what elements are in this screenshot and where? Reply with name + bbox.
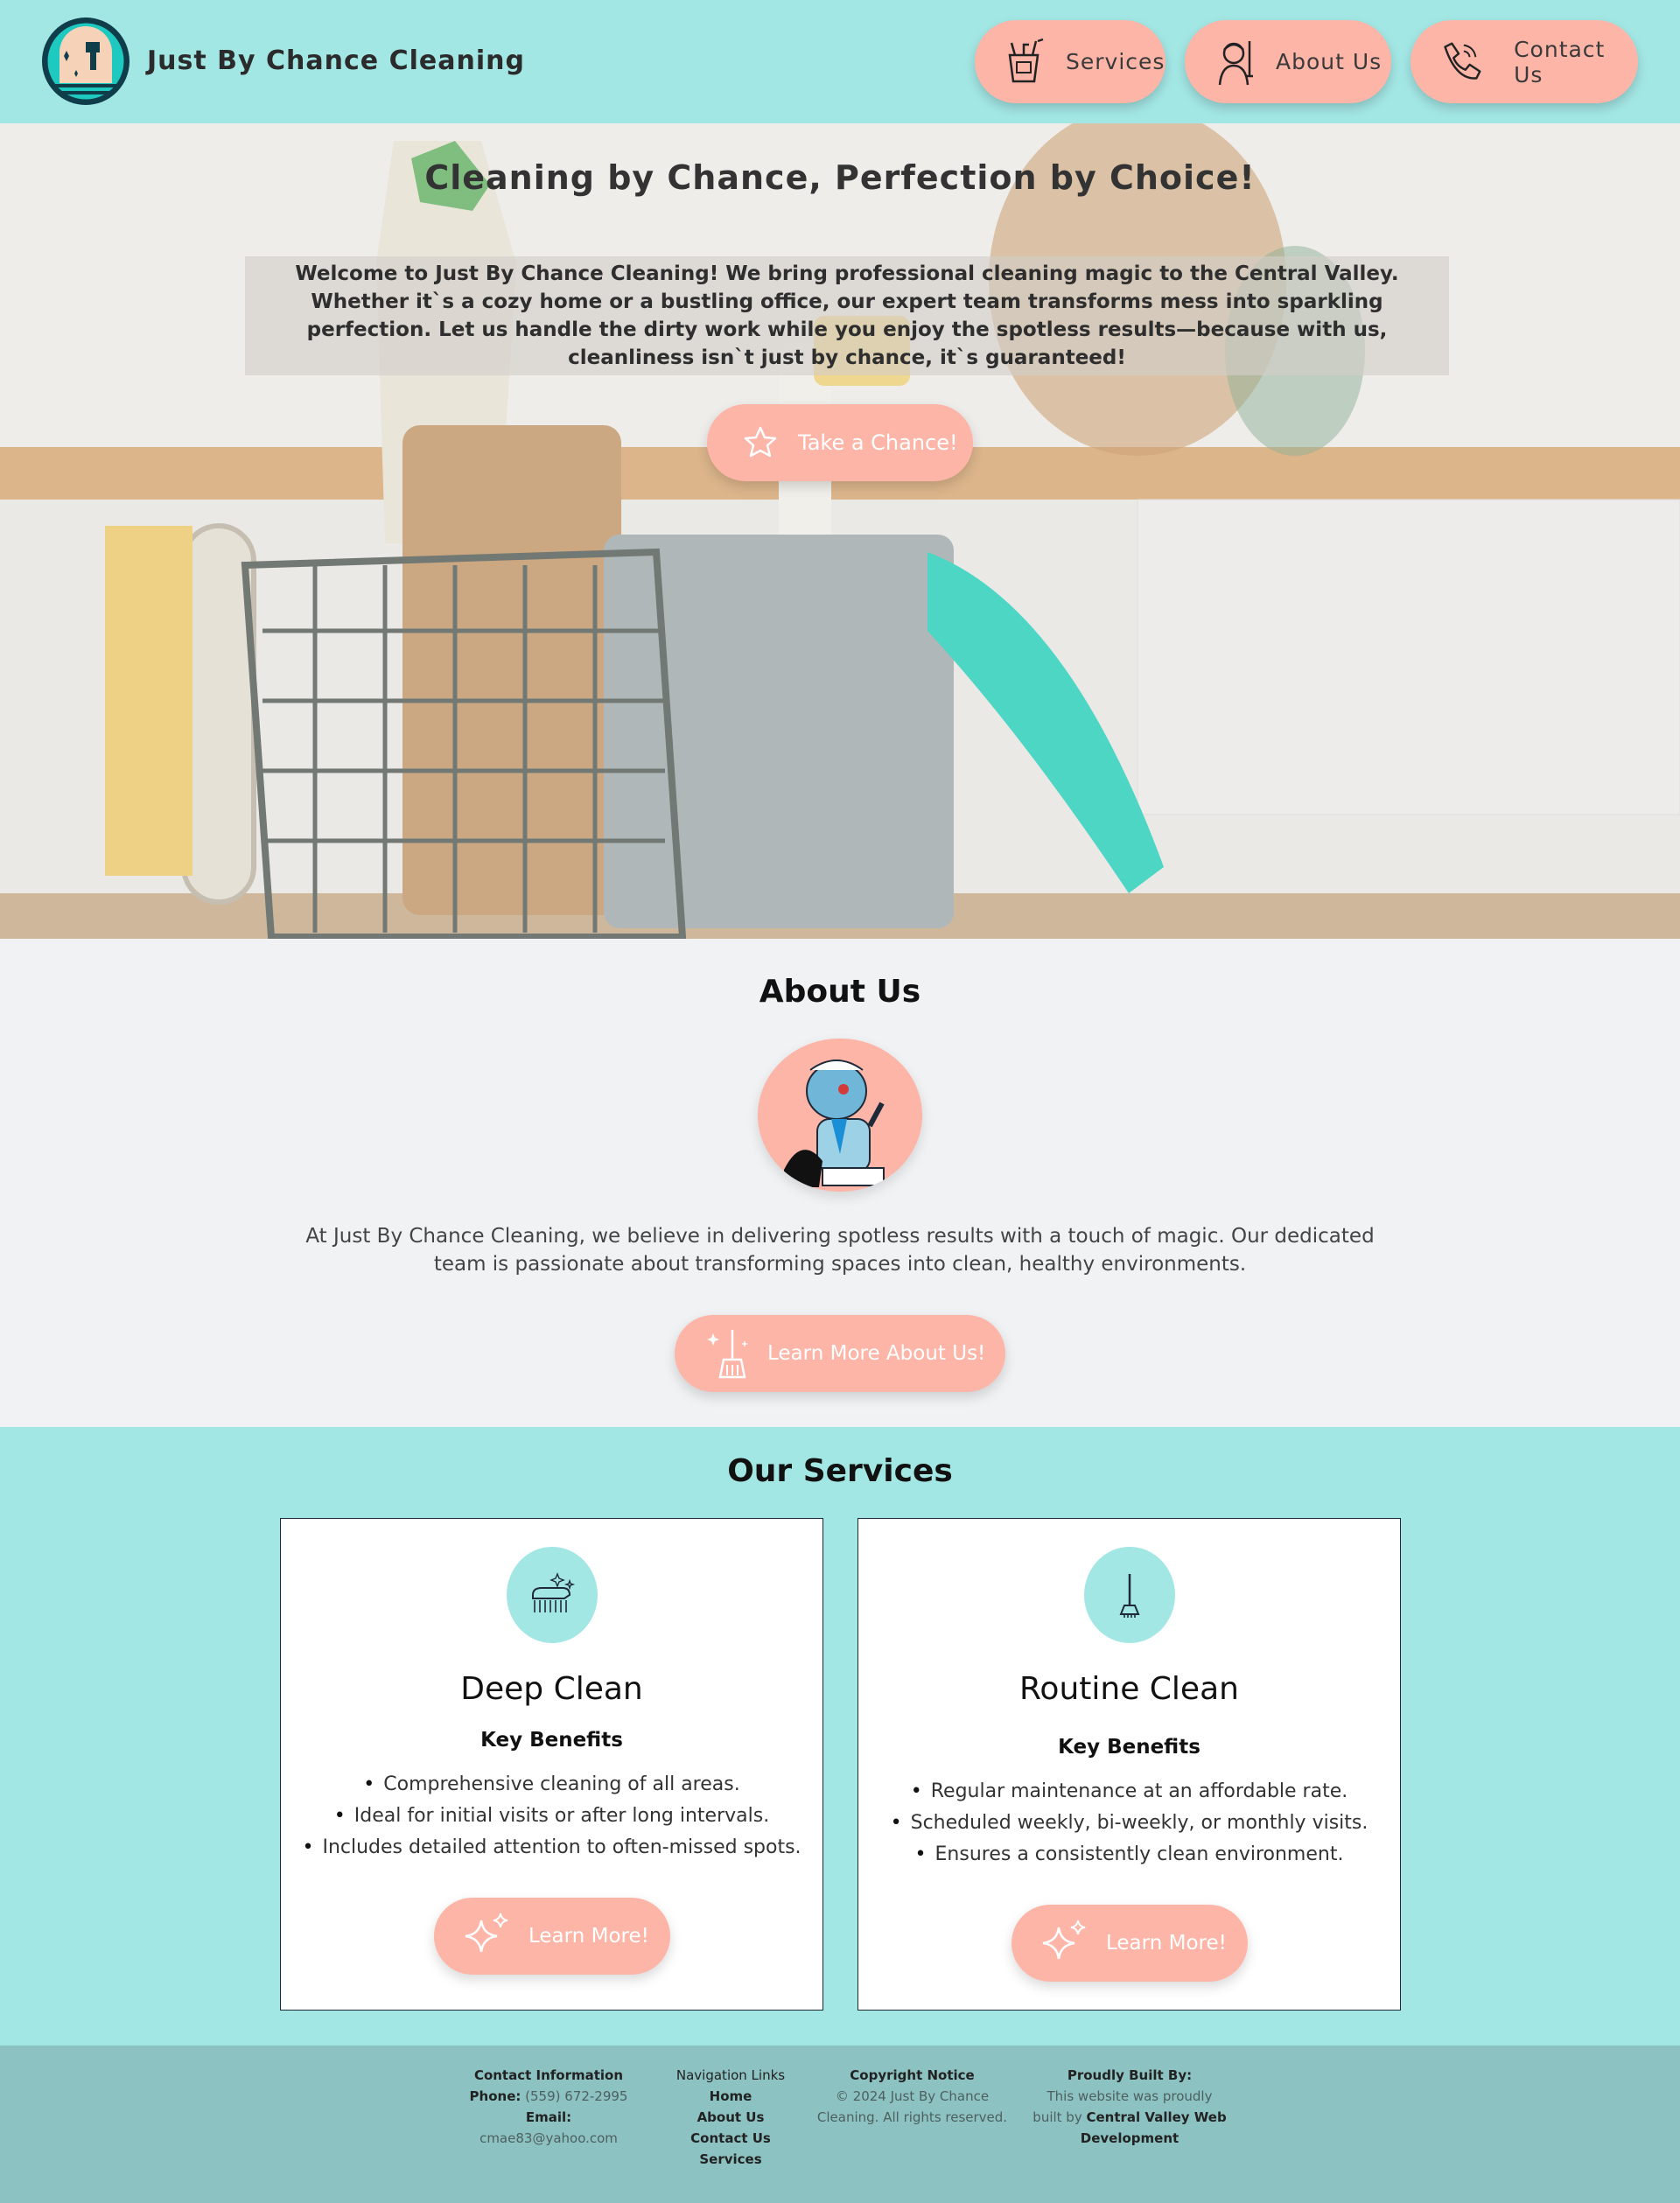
footer-nav-heading: Navigation Links bbox=[676, 2067, 786, 2083]
brand-name[interactable]: Just By Chance Cleaning bbox=[147, 45, 525, 76]
sparkle-icon bbox=[1042, 1920, 1086, 1960]
hero-intro-text: Welcome to Just By Chance Cleaning! We b… bbox=[245, 256, 1449, 375]
services-heading: Our Services bbox=[727, 1453, 953, 1489]
about-section: About Us At Just By Chance Cleaning, we … bbox=[0, 939, 1680, 1427]
service-card-routine-clean: Routine Clean Key Benefits Regular maint… bbox=[858, 1518, 1401, 2011]
about-heading: About Us bbox=[759, 974, 921, 1010]
footer-link-home[interactable]: Home bbox=[665, 2086, 796, 2107]
built-line-1: This website was proudly bbox=[1046, 2088, 1213, 2104]
builder-name-2[interactable]: Development bbox=[1081, 2130, 1179, 2146]
learn-more-label: Learn More! bbox=[528, 1925, 649, 1948]
service-subtitle: Key Benefits bbox=[480, 1729, 623, 1752]
nav-services-label: Services bbox=[1066, 49, 1166, 74]
site-footer: Contact Information Phone: (559) 672-299… bbox=[0, 2046, 1680, 2203]
footer-link-contact[interactable]: Contact Us bbox=[665, 2128, 796, 2149]
footer-built-by: Proudly Built By: This website was proud… bbox=[1032, 2065, 1227, 2149]
cleaning-bucket-icon bbox=[1008, 38, 1044, 82]
logo-icon[interactable] bbox=[42, 17, 130, 105]
footer-link-services[interactable]: Services bbox=[665, 2149, 796, 2170]
copyright-line-2: Cleaning. All rights reserved. bbox=[816, 2109, 1008, 2125]
list-item: Scheduled weekly, bi-weekly, or monthly … bbox=[858, 1808, 1400, 1839]
take-a-chance-label: Take a Chance! bbox=[798, 430, 958, 455]
phone-number[interactable]: (559) 672-2995 bbox=[525, 2088, 627, 2104]
nav-services-button[interactable]: Services bbox=[975, 20, 1166, 103]
site-header: Just By Chance Cleaning Services About U… bbox=[0, 0, 1680, 123]
footer-navigation: Navigation Links Home About Us Contact U… bbox=[665, 2065, 796, 2170]
footer-contact-heading: Contact Information bbox=[473, 2067, 624, 2083]
robot-maid-avatar bbox=[758, 1039, 922, 1192]
nav-contact-button[interactable]: Contact Us bbox=[1410, 20, 1638, 103]
star-icon bbox=[744, 426, 777, 458]
list-item: Comprehensive cleaning of all areas. bbox=[281, 1769, 822, 1801]
about-description: At Just By Chance Cleaning, we believe i… bbox=[305, 1225, 1375, 1276]
sparkle-icon bbox=[465, 1913, 508, 1953]
list-item: Ideal for initial visits or after long i… bbox=[281, 1801, 822, 1832]
list-item: Ensures a consistently clean environment… bbox=[858, 1839, 1400, 1871]
routine-clean-learn-more-button[interactable]: Learn More! bbox=[1012, 1905, 1248, 1982]
email-label: Email: bbox=[525, 2109, 572, 2125]
service-benefit-list: Regular maintenance at an affordable rat… bbox=[858, 1776, 1400, 1871]
built-line-2-prefix: built by bbox=[1032, 2109, 1082, 2125]
broom-sparkle-icon bbox=[707, 1330, 748, 1379]
phone-label: Phone: bbox=[469, 2088, 522, 2104]
service-benefit-list: Comprehensive cleaning of all areas. Ide… bbox=[281, 1769, 822, 1864]
service-card-deep-clean: Deep Clean Key Benefits Comprehensive cl… bbox=[280, 1518, 823, 2011]
take-a-chance-button[interactable]: Take a Chance! bbox=[707, 404, 973, 481]
footer-contact: Contact Information Phone: (559) 672-299… bbox=[457, 2065, 640, 2149]
learn-more-about-us-label: Learn More About Us! bbox=[767, 1342, 986, 1365]
hero-background-image bbox=[0, 123, 1680, 939]
learn-more-label: Learn More! bbox=[1106, 1932, 1227, 1955]
copyright-line-1: © 2024 Just By Chance bbox=[835, 2088, 990, 2104]
maid-icon bbox=[1218, 40, 1253, 85]
footer-link-about[interactable]: About Us bbox=[665, 2107, 796, 2128]
scrub-brush-icon bbox=[507, 1547, 598, 1643]
service-subtitle: Key Benefits bbox=[1058, 1736, 1200, 1759]
footer-copyright: Copyright Notice © 2024 Just By Chance C… bbox=[814, 2065, 1011, 2128]
list-item: Includes detailed attention to often-mis… bbox=[281, 1832, 822, 1864]
list-item: Regular maintenance at an affordable rat… bbox=[858, 1776, 1400, 1808]
nav-contact-label: Contact Us bbox=[1514, 36, 1606, 87]
hero-section: Cleaning by Chance, Perfection by Choice… bbox=[0, 123, 1680, 939]
hero-title: Cleaning by Chance, Perfection by Choice… bbox=[424, 158, 1256, 197]
learn-more-about-us-button[interactable]: Learn More About Us! bbox=[675, 1315, 1005, 1392]
nav-about-button[interactable]: About Us bbox=[1185, 20, 1391, 103]
phone-icon bbox=[1444, 41, 1481, 80]
builder-name-1[interactable]: Central Valley Web bbox=[1087, 2109, 1227, 2125]
service-title: Routine Clean bbox=[1019, 1671, 1239, 1707]
email-address[interactable]: cmae83@yahoo.com bbox=[480, 2130, 618, 2146]
footer-built-heading: Proudly Built By: bbox=[1067, 2067, 1193, 2083]
deep-clean-learn-more-button[interactable]: Learn More! bbox=[434, 1898, 670, 1975]
mop-icon bbox=[1084, 1547, 1175, 1643]
services-section: Our Services Deep Clean Key Benefits Com… bbox=[0, 1427, 1680, 2046]
service-title: Deep Clean bbox=[460, 1671, 643, 1707]
nav-about-label: About Us bbox=[1276, 49, 1382, 74]
footer-copyright-heading: Copyright Notice bbox=[850, 2067, 975, 2083]
